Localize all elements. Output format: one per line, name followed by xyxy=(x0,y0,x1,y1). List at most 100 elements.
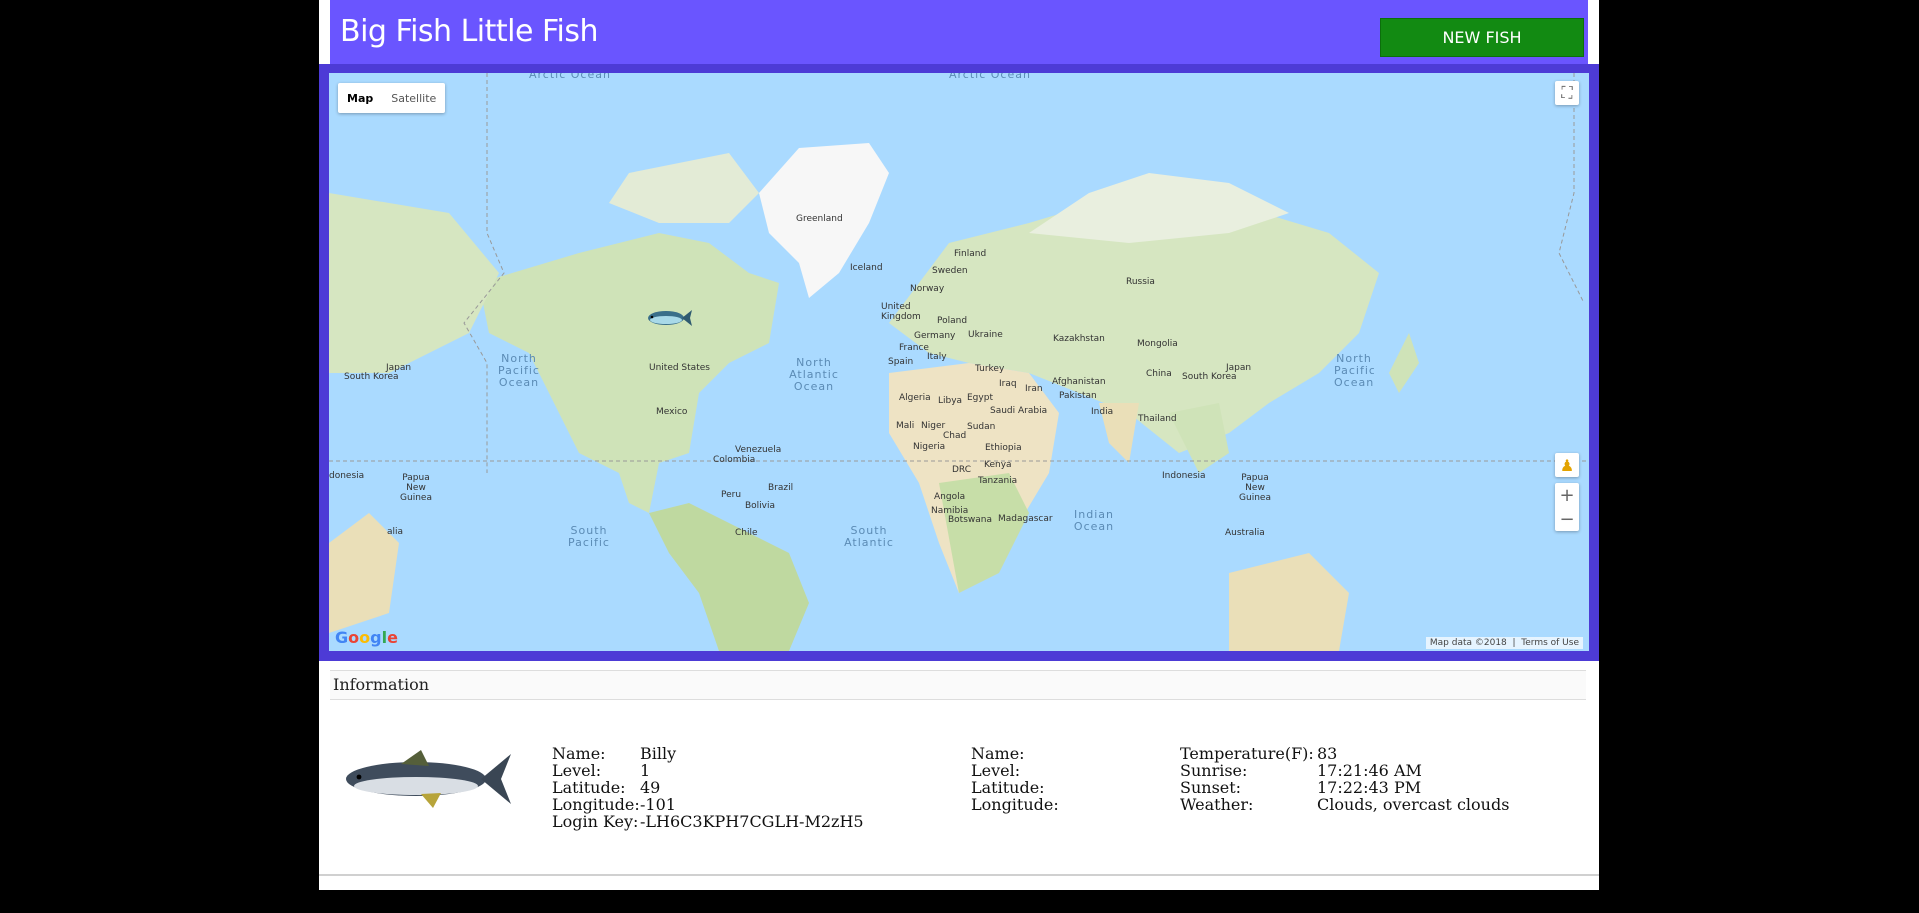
place-label: Australia xyxy=(1225,528,1265,538)
place-label: Botswana xyxy=(948,515,992,525)
place-label: Bolivia xyxy=(745,501,776,511)
place-label: Nigeria xyxy=(913,442,946,452)
place-label: Angola xyxy=(934,492,966,502)
place-label: Poland xyxy=(937,316,968,326)
fish-longitude-label: Longitude: xyxy=(552,795,640,814)
place-label: Peru xyxy=(721,490,742,500)
fullscreen-icon[interactable]: ⛶ xyxy=(1555,81,1579,105)
place-label: Saudi Arabia xyxy=(990,406,1048,416)
terms-of-use-link[interactable]: Terms of Use xyxy=(1521,638,1579,648)
zoom-in-icon[interactable]: + xyxy=(1559,483,1574,507)
place-label: Thailand xyxy=(1138,414,1177,424)
zoom-out-icon[interactable]: − xyxy=(1559,507,1574,531)
place-label: Niger xyxy=(921,421,946,431)
information-header: Information xyxy=(330,670,1586,700)
place-label: India xyxy=(1091,407,1114,417)
place-label: Mexico xyxy=(656,407,688,417)
place-label: Sudan xyxy=(967,422,996,432)
place-label: Italy xyxy=(927,352,947,362)
map-attribution: Map data ©2018 | Terms of Use xyxy=(1425,637,1583,649)
place-label: Madagascar xyxy=(998,514,1053,524)
place-label: United States xyxy=(649,363,710,373)
place-label: Ethiopia xyxy=(985,443,1022,453)
other-level-label: Level: xyxy=(971,761,1021,780)
map-data-text: Map data ©2018 xyxy=(1429,638,1507,648)
world-map[interactable]: Map Satellite ⛶ ♟ + − Arctic Ocean Arcti… xyxy=(329,73,1589,651)
ocean-label: Arctic Ocean xyxy=(949,73,1031,81)
sunset-value: 17:22:43 PM xyxy=(1317,778,1422,797)
place-label: Chad xyxy=(943,431,967,441)
tuna-fish-image xyxy=(346,750,511,808)
place-label: Mongolia xyxy=(1137,339,1178,349)
place-label: Egypt xyxy=(967,393,993,403)
place-label: China xyxy=(1146,369,1172,379)
fish-level-value: 1 xyxy=(640,761,651,780)
temperature-label: Temperature(F): xyxy=(1180,744,1314,763)
place-label: Libya xyxy=(938,396,963,406)
place-label: Russia xyxy=(1126,277,1155,287)
fish-latitude-value: 49 xyxy=(640,778,661,797)
information-title: Information xyxy=(333,675,430,694)
app-title: Big Fish Little Fish xyxy=(340,14,599,49)
place-label: Finland xyxy=(954,249,987,259)
place-label: Kazakhstan xyxy=(1053,334,1105,344)
fish-latitude-label: Latitude: xyxy=(552,778,626,797)
place-label: Papua New Guinea xyxy=(1239,473,1271,503)
place-label: South Korea xyxy=(1182,372,1237,382)
ocean-label: North Pacific Ocean xyxy=(1334,353,1374,389)
divider xyxy=(319,874,1599,876)
place-label: Colombia xyxy=(713,455,756,465)
map-type-map[interactable]: Map xyxy=(338,83,382,113)
map-type-control: Map Satellite xyxy=(338,83,446,113)
ocean-label: Indian Ocean xyxy=(1073,508,1115,533)
ocean-label: South Pacific xyxy=(568,524,610,549)
weather-label: Weather: xyxy=(1180,795,1254,814)
place-label: United Kingdom xyxy=(881,302,921,322)
app-header: Big Fish Little Fish NEW FISH xyxy=(330,0,1588,64)
map-type-satellite[interactable]: Satellite xyxy=(382,83,445,113)
place-label: Algeria xyxy=(899,393,931,403)
place-label: Pakistan xyxy=(1059,391,1097,401)
login-key-value: -LH6C3KPH7CGLH-M2zH5 xyxy=(640,812,864,831)
login-key-label: Login Key: xyxy=(552,812,639,831)
other-latitude-label: Latitude: xyxy=(971,778,1045,797)
place-label: Sweden xyxy=(932,266,968,276)
ocean-label: North Pacific Ocean xyxy=(498,352,540,389)
fish-longitude-value: -101 xyxy=(640,795,676,814)
place-label: Afghanistan xyxy=(1052,377,1106,387)
place-label: donesia xyxy=(329,471,365,481)
weather-value: Clouds, overcast clouds xyxy=(1317,795,1510,814)
place-label: Mali xyxy=(896,421,915,431)
fish-marker-icon[interactable] xyxy=(644,305,692,331)
place-label: France xyxy=(899,343,929,353)
fish-name-value: Billy xyxy=(640,744,677,763)
temperature-value: 83 xyxy=(1317,744,1338,763)
place-label: alia xyxy=(387,527,404,537)
place-label: Turkey xyxy=(975,364,1005,374)
place-label: Spain xyxy=(888,357,914,367)
place-label: Ukraine xyxy=(968,330,1003,340)
new-fish-button[interactable]: NEW FISH xyxy=(1380,18,1584,57)
place-label: Chile xyxy=(735,528,758,538)
place-label: Venezuela xyxy=(735,445,782,455)
place-label: Brazil xyxy=(768,483,794,493)
place-label: Kenya xyxy=(984,460,1012,470)
place-label: Papua New Guinea xyxy=(400,473,432,503)
place-label: Iraq xyxy=(999,379,1017,389)
zoom-control: + − xyxy=(1555,483,1579,531)
ocean-label: South Atlantic xyxy=(844,524,894,549)
place-label: Iceland xyxy=(850,263,883,273)
place-label: Germany xyxy=(914,331,956,341)
place-label: South Korea xyxy=(344,372,399,382)
sunrise-label: Sunrise: xyxy=(1180,761,1248,780)
fish-name-label: Name: xyxy=(552,744,606,763)
other-name-label: Name: xyxy=(971,744,1025,763)
sunrise-value: 17:21:46 AM xyxy=(1317,761,1422,780)
place-label: Greenland xyxy=(796,214,843,224)
fish-level-label: Level: xyxy=(552,761,602,780)
place-label: DRC xyxy=(952,465,972,475)
google-logo: Google xyxy=(335,628,398,647)
place-label: Norway xyxy=(910,284,945,294)
place-label: Indonesia xyxy=(1162,471,1206,481)
street-view-pegman-icon[interactable]: ♟ xyxy=(1555,453,1579,477)
